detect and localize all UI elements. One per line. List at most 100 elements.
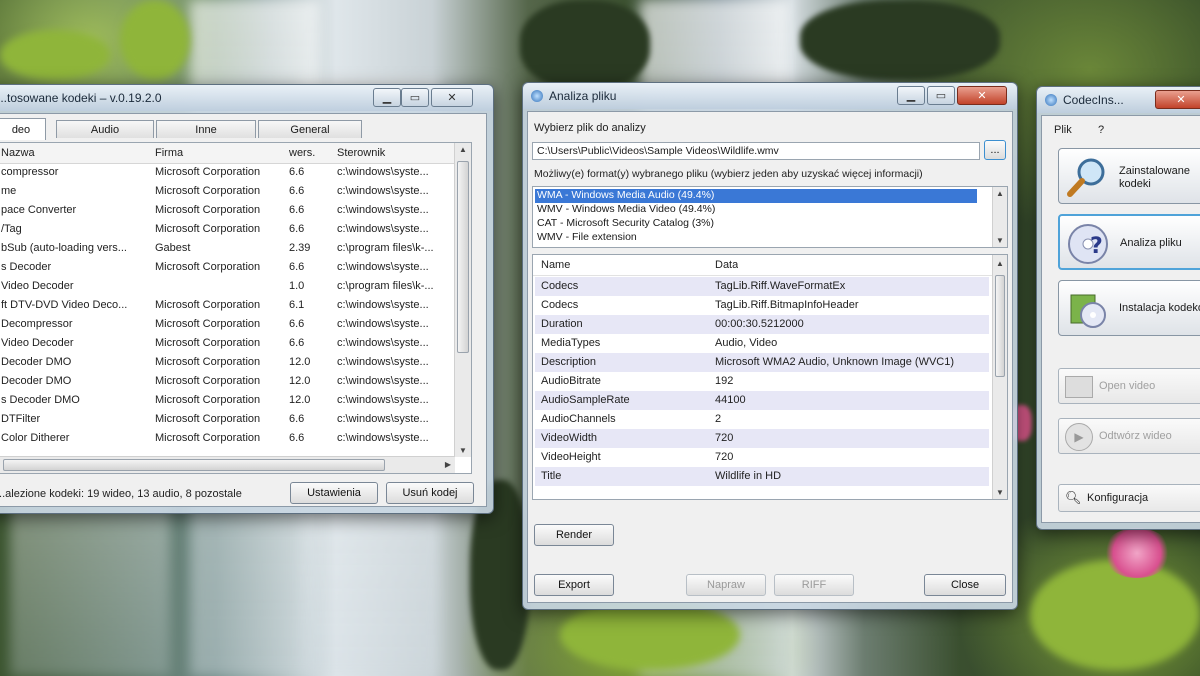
properties-list[interactable]: Name Data Codecs TagLib.Riff.WaveFormatEx… (532, 254, 1008, 500)
format-item[interactable]: WMA - Windows Media Audio (49.4%) (535, 189, 977, 203)
scroll-up-icon[interactable]: ▲ (459, 145, 467, 154)
property-name-cell: AudioChannels (541, 413, 616, 425)
codec-company-cell: Microsoft Corporation (155, 166, 261, 178)
codecs-horizontal-scrollbar[interactable]: ▶ (0, 456, 455, 473)
disc-help-icon: ? (1068, 224, 1108, 264)
render-button[interactable]: Render (534, 524, 614, 546)
table-row[interactable]: ft DTV-DVD Video Deco... Microsoft Corpor… (0, 296, 471, 315)
minimize-button[interactable]: ▁ (897, 86, 925, 105)
column-header-name[interactable]: Name (541, 259, 570, 271)
table-row[interactable]: DTFilter Microsoft Corporation 6.6 c:\windo… (0, 410, 471, 429)
tab-other[interactable]: Inne (156, 120, 256, 138)
table-row[interactable]: Decoder DMO Microsoft Corporation 12.0 c:\w… (0, 353, 471, 372)
codecs-list[interactable]: Nazwa Firma wers. Sterownik compressor Mi… (0, 142, 472, 474)
formats-scrollbar[interactable]: ▲ ▼ (992, 187, 1007, 247)
column-header-data[interactable]: Data (715, 259, 738, 271)
table-row[interactable]: pace Converter Microsoft Corporation 6.6 c:… (0, 201, 471, 220)
codec-driver-cell: c:\windows\syste... (337, 394, 429, 406)
tab-audio[interactable]: Audio (56, 120, 154, 138)
magnifier-icon (1067, 158, 1105, 197)
table-row[interactable]: s Decoder DMO Microsoft Corporation 12.0 c:… (0, 391, 471, 410)
tab-video[interactable]: deo (0, 118, 46, 140)
column-header-driver[interactable]: Sterownik (337, 147, 447, 159)
menu-file[interactable]: Plik (1054, 124, 1072, 136)
format-item[interactable]: WMV - File extension (535, 231, 977, 245)
property-name-cell: Description (541, 356, 597, 368)
scroll-up-icon[interactable]: ▲ (996, 259, 1004, 268)
property-row[interactable]: VideoWidth 720 (535, 429, 989, 448)
codec-driver-cell: c:\windows\syste... (337, 432, 429, 444)
codecs-vertical-scrollbar[interactable]: ▲ ▼ (454, 143, 471, 457)
riff-button[interactable]: RIFF (774, 574, 854, 596)
repair-button[interactable]: Napraw (686, 574, 766, 596)
close-button[interactable]: ✕ (957, 86, 1007, 105)
codec-version-cell: 6.6 (289, 337, 305, 349)
scroll-up-icon[interactable]: ▲ (996, 189, 1004, 198)
table-row[interactable]: s Decoder Microsoft Corporation 6.6 c:\wind… (0, 258, 471, 277)
analysis-titlebar[interactable]: Analiza pliku ▁ ▭ ✕ (523, 83, 1017, 109)
property-row[interactable]: AudioSampleRate 44100 (535, 391, 989, 410)
install-codecs-label: Instalacja kodeków (1119, 302, 1200, 314)
format-item[interactable]: WMV - Windows Media Video (49.4%) (535, 203, 977, 217)
properties-scrollbar[interactable]: ▲ ▼ (992, 255, 1007, 499)
table-row[interactable]: Decoder DMO Microsoft Corporation 12.0 c:\w… (0, 372, 471, 391)
table-row[interactable]: Color Ditherer Microsoft Corporation 6.6 c:… (0, 429, 471, 448)
codec-tool-titlebar[interactable]: CodecIns... ✕ (1037, 87, 1200, 113)
table-row[interactable]: Decompressor Microsoft Corporation 6.6 c:\w… (0, 315, 471, 334)
browse-button[interactable]: ... (984, 140, 1006, 160)
codecs-hscroll-thumb[interactable] (3, 459, 385, 471)
property-row[interactable]: Duration 00:00:30.5212000 (535, 315, 989, 334)
installed-codecs-button[interactable]: Zainstalowane kodeki (1058, 148, 1200, 204)
table-row[interactable]: compressor Microsoft Corporation 6.6 c:\win… (0, 163, 471, 182)
table-row[interactable]: bSub (auto-loading vers... Gabest 2.39 c:\p… (0, 239, 471, 258)
column-header-name[interactable]: Nazwa (1, 147, 141, 159)
codecs-scroll-thumb[interactable] (457, 161, 469, 353)
scroll-down-icon[interactable]: ▼ (459, 446, 467, 455)
file-path-field[interactable]: C:\Users\Public\Videos\Sample Videos\Wil… (532, 142, 980, 160)
open-video-button[interactable]: Open video (1058, 368, 1200, 404)
close-button[interactable]: ✕ (431, 88, 473, 107)
uninstall-button[interactable]: Usuń kodej (386, 482, 474, 504)
codecs-titlebar[interactable]: ...tosowane kodeki – v.0.19.2.0 ▁ ▭ ✕ (0, 85, 493, 111)
minimize-button[interactable]: ▁ (373, 88, 401, 107)
property-row[interactable]: VideoHeight 720 (535, 448, 989, 467)
play-video-button[interactable]: ▶ Odtwórz wideo (1058, 418, 1200, 454)
codec-version-cell: 6.6 (289, 223, 305, 235)
property-name-cell: Codecs (541, 280, 579, 292)
tab-general[interactable]: General (258, 120, 362, 138)
formats-label: Możliwy(e) format(y) wybranego pliku (wy… (534, 168, 923, 180)
scroll-right-icon[interactable]: ▶ (445, 460, 451, 469)
maximize-button[interactable]: ▭ (401, 88, 429, 107)
close-dialog-button[interactable]: Close (924, 574, 1006, 596)
configuration-button[interactable]: 🔍︎ Konfiguracja (1058, 484, 1200, 512)
format-item[interactable]: CAT - Microsoft Security Catalog (3%) (535, 217, 977, 231)
codec-company-cell: Microsoft Corporation (155, 299, 261, 311)
analyze-file-button[interactable]: ? Analiza pliku (1058, 214, 1200, 270)
property-row[interactable]: MediaTypes Audio, Video (535, 334, 989, 353)
scroll-down-icon[interactable]: ▼ (996, 488, 1004, 497)
settings-button[interactable]: Ustawienia (290, 482, 378, 504)
property-row[interactable]: Codecs TagLib.Riff.BitmapInfoHeader (535, 296, 989, 315)
codec-name-cell: me (1, 185, 17, 197)
table-row[interactable]: Video Decoder Microsoft Corporation 6.6 c:\… (0, 334, 471, 353)
formats-list[interactable]: WMA - Windows Media Audio (49.4%) WMV - … (532, 186, 1008, 248)
property-row[interactable]: AudioBitrate 192 (535, 372, 989, 391)
scroll-down-icon[interactable]: ▼ (996, 236, 1004, 245)
column-header-company[interactable]: Firma (155, 147, 275, 159)
export-button[interactable]: Export (534, 574, 614, 596)
property-row[interactable]: Description Microsoft WMA2 Audio, Unknown… (535, 353, 989, 372)
menu-help[interactable]: ? (1098, 124, 1104, 136)
maximize-button[interactable]: ▭ (927, 86, 955, 105)
table-row[interactable]: me Microsoft Corporation 6.6 c:\windows\sys… (0, 182, 471, 201)
property-row[interactable]: Codecs TagLib.Riff.WaveFormatEx (535, 277, 989, 296)
analyze-file-label: Analiza pliku (1120, 237, 1182, 249)
property-row[interactable]: AudioChannels 2 (535, 410, 989, 429)
table-row[interactable]: /Tag Microsoft Corporation 6.6 c:\windows\s… (0, 220, 471, 239)
codec-tool-title: CodecIns... (1063, 93, 1124, 107)
properties-scroll-thumb[interactable] (995, 275, 1005, 377)
install-codecs-button[interactable]: Instalacja kodeków (1058, 280, 1200, 336)
property-row[interactable]: Title Wildlife in HD (535, 467, 989, 486)
table-row[interactable]: Video Decoder 1.0 c:\program files\k-... (0, 277, 471, 296)
close-button[interactable]: ✕ (1155, 90, 1200, 109)
column-header-version[interactable]: wers. (289, 147, 329, 159)
